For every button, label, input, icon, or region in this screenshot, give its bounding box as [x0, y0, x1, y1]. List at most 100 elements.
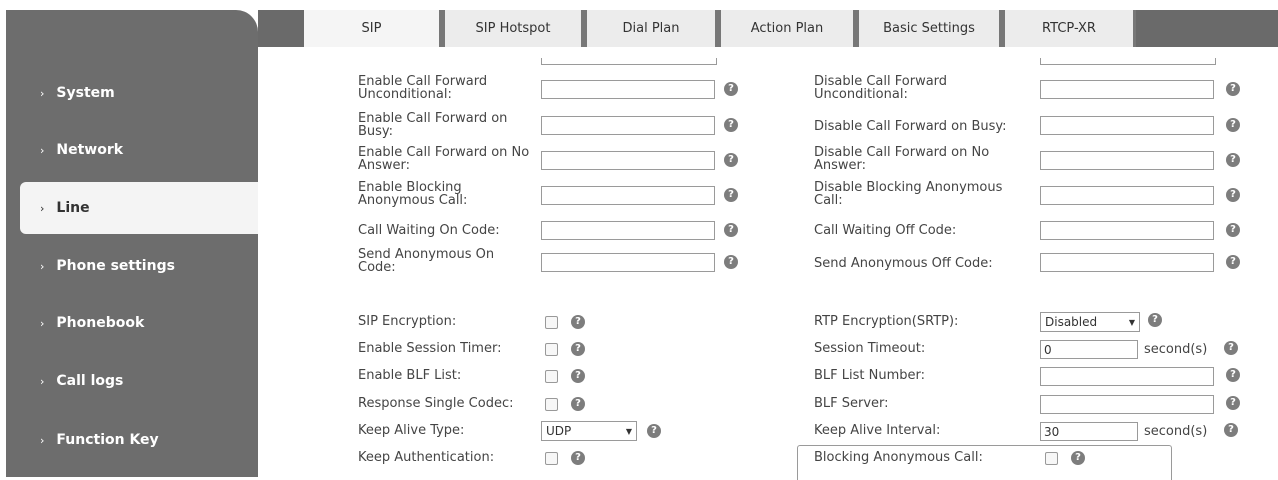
enable-blocking-anonymous-call-input[interactable] [541, 186, 715, 205]
call-waiting-on-code-input[interactable] [541, 221, 715, 240]
sip-encryption-label: SIP Encryption: [358, 314, 457, 329]
partial-input [1040, 58, 1216, 65]
sip-encryption-checkbox[interactable] [545, 316, 558, 329]
enable-session-timer-checkbox[interactable] [545, 343, 558, 356]
enable-call-forward-busy-input[interactable] [541, 116, 715, 135]
keep-authentication-checkbox[interactable] [545, 452, 558, 465]
help-icon[interactable]: ? [1148, 313, 1162, 327]
send-anonymous-off-code-input[interactable] [1040, 253, 1214, 272]
help-icon[interactable]: ? [1071, 451, 1085, 465]
help-icon[interactable]: ? [1226, 223, 1240, 237]
chevron-right-icon: › [40, 316, 45, 330]
disable-call-forward-no-answer-input[interactable] [1040, 151, 1214, 170]
sidebar: › System › Network › Line › Phone settin… [6, 10, 258, 477]
sidebar-item-label: Call logs [56, 373, 124, 389]
help-icon[interactable]: ? [1224, 423, 1238, 437]
keep-authentication-label: Keep Authentication: [358, 450, 495, 465]
enable-call-forward-unconditional-input[interactable] [541, 80, 715, 99]
chevron-right-icon: › [40, 86, 45, 100]
keep-alive-interval-input[interactable] [1040, 422, 1138, 441]
sidebar-item-line[interactable]: › Line [20, 182, 258, 234]
sidebar-item-label: System [56, 85, 115, 101]
help-icon[interactable]: ? [571, 342, 585, 356]
help-icon[interactable]: ? [724, 188, 738, 202]
sidebar-item-phone-settings[interactable]: › Phone settings [6, 240, 258, 292]
keep-alive-interval-unit: second(s) [1144, 424, 1208, 439]
enable-blf-list-label: Enable BLF List: [358, 368, 462, 383]
disable-call-forward-busy-input[interactable] [1040, 116, 1214, 135]
session-timeout-label: Session Timeout: [814, 341, 926, 356]
help-icon[interactable]: ? [1224, 341, 1238, 355]
help-icon[interactable]: ? [647, 424, 661, 438]
keep-alive-type-label: Keep Alive Type: [358, 423, 465, 438]
blf-server-label: BLF Server: [814, 396, 889, 411]
help-icon[interactable]: ? [1226, 118, 1240, 132]
rtp-encryption-select[interactable]: Disabled ▼ [1040, 312, 1140, 332]
help-icon[interactable]: ? [1226, 153, 1240, 167]
enable-call-forward-no-answer-input[interactable] [541, 151, 715, 170]
enable-blocking-anonymous-call-label: Enable Blocking Anonymous Call: [358, 180, 468, 208]
sidebar-item-label: Function Key [56, 432, 159, 448]
help-icon[interactable]: ? [724, 153, 738, 167]
blocking-anonymous-call-label: Blocking Anonymous Call: [814, 450, 983, 465]
session-timeout-input[interactable] [1040, 340, 1138, 359]
chevron-right-icon: › [40, 374, 45, 388]
partial-input [541, 58, 717, 65]
sidebar-item-call-logs[interactable]: › Call logs [6, 355, 258, 407]
sidebar-item-system[interactable]: › System [6, 67, 258, 119]
help-icon[interactable]: ? [1226, 255, 1240, 269]
help-icon[interactable]: ? [571, 397, 585, 411]
blf-server-input[interactable] [1040, 395, 1214, 414]
tab-dial-plan[interactable]: Dial Plan [584, 10, 718, 47]
response-single-codec-label: Response Single Codec: [358, 396, 514, 411]
tab-sip[interactable]: SIP [304, 10, 442, 47]
help-icon[interactable]: ? [1226, 188, 1240, 202]
call-waiting-off-code-input[interactable] [1040, 221, 1214, 240]
dropdown-arrow-icon: ▼ [625, 426, 632, 436]
enable-session-timer-label: Enable Session Timer: [358, 341, 502, 356]
tab-action-plan[interactable]: Action Plan [718, 10, 856, 47]
disable-blocking-anonymous-call-label: Disable Blocking Anonymous Call: [814, 180, 1003, 208]
disable-blocking-anonymous-call-input[interactable] [1040, 186, 1214, 205]
keep-alive-type-value: UDP [546, 424, 572, 438]
enable-blf-list-checkbox[interactable] [545, 370, 558, 383]
keep-alive-type-select[interactable]: UDP ▼ [541, 421, 637, 441]
tab-rtcp-xr[interactable]: RTCP-XR [1002, 10, 1136, 47]
tab-sip-hotspot[interactable]: SIP Hotspot [442, 10, 584, 47]
tab-bar: SIP SIP Hotspot Dial Plan Action Plan Ba… [258, 10, 1278, 47]
disable-call-forward-busy-label: Disable Call Forward on Busy: [814, 119, 1007, 134]
help-icon[interactable]: ? [1226, 368, 1240, 382]
sidebar-item-phonebook[interactable]: › Phonebook [6, 297, 258, 349]
tab-basic-settings[interactable]: Basic Settings [856, 10, 1002, 47]
help-icon[interactable]: ? [571, 315, 585, 329]
blf-list-number-input[interactable] [1040, 367, 1214, 386]
enable-call-forward-busy-label: Enable Call Forward on Busy: [358, 111, 508, 139]
chevron-right-icon: › [40, 259, 45, 273]
dropdown-arrow-icon: ▼ [1128, 317, 1135, 327]
send-anonymous-on-code-input[interactable] [541, 253, 715, 272]
sidebar-item-label: Network [56, 142, 124, 158]
chevron-right-icon: › [40, 143, 45, 157]
session-timeout-unit: second(s) [1144, 342, 1208, 357]
keep-alive-interval-label: Keep Alive Interval: [814, 423, 941, 438]
help-icon[interactable]: ? [1226, 396, 1240, 410]
help-icon[interactable]: ? [724, 255, 738, 269]
help-icon[interactable]: ? [724, 118, 738, 132]
rtp-encryption-label: RTP Encryption(SRTP): [814, 314, 959, 329]
help-icon[interactable]: ? [571, 451, 585, 465]
sidebar-item-function-key[interactable]: › Function Key [6, 414, 258, 466]
chevron-right-icon: › [40, 433, 45, 447]
disable-call-forward-unconditional-input[interactable] [1040, 80, 1214, 99]
chevron-right-icon: › [40, 201, 45, 215]
help-icon[interactable]: ? [1226, 82, 1240, 96]
blocking-anonymous-call-checkbox[interactable] [1045, 452, 1058, 465]
help-icon[interactable]: ? [571, 369, 585, 383]
blf-list-number-label: BLF List Number: [814, 368, 926, 383]
sidebar-item-label: Phonebook [56, 315, 145, 331]
enable-call-forward-no-answer-label: Enable Call Forward on No Answer: [358, 145, 530, 173]
call-waiting-off-code-label: Call Waiting Off Code: [814, 223, 957, 238]
sidebar-item-network[interactable]: › Network [6, 124, 258, 176]
help-icon[interactable]: ? [724, 82, 738, 96]
help-icon[interactable]: ? [724, 223, 738, 237]
response-single-codec-checkbox[interactable] [545, 398, 558, 411]
